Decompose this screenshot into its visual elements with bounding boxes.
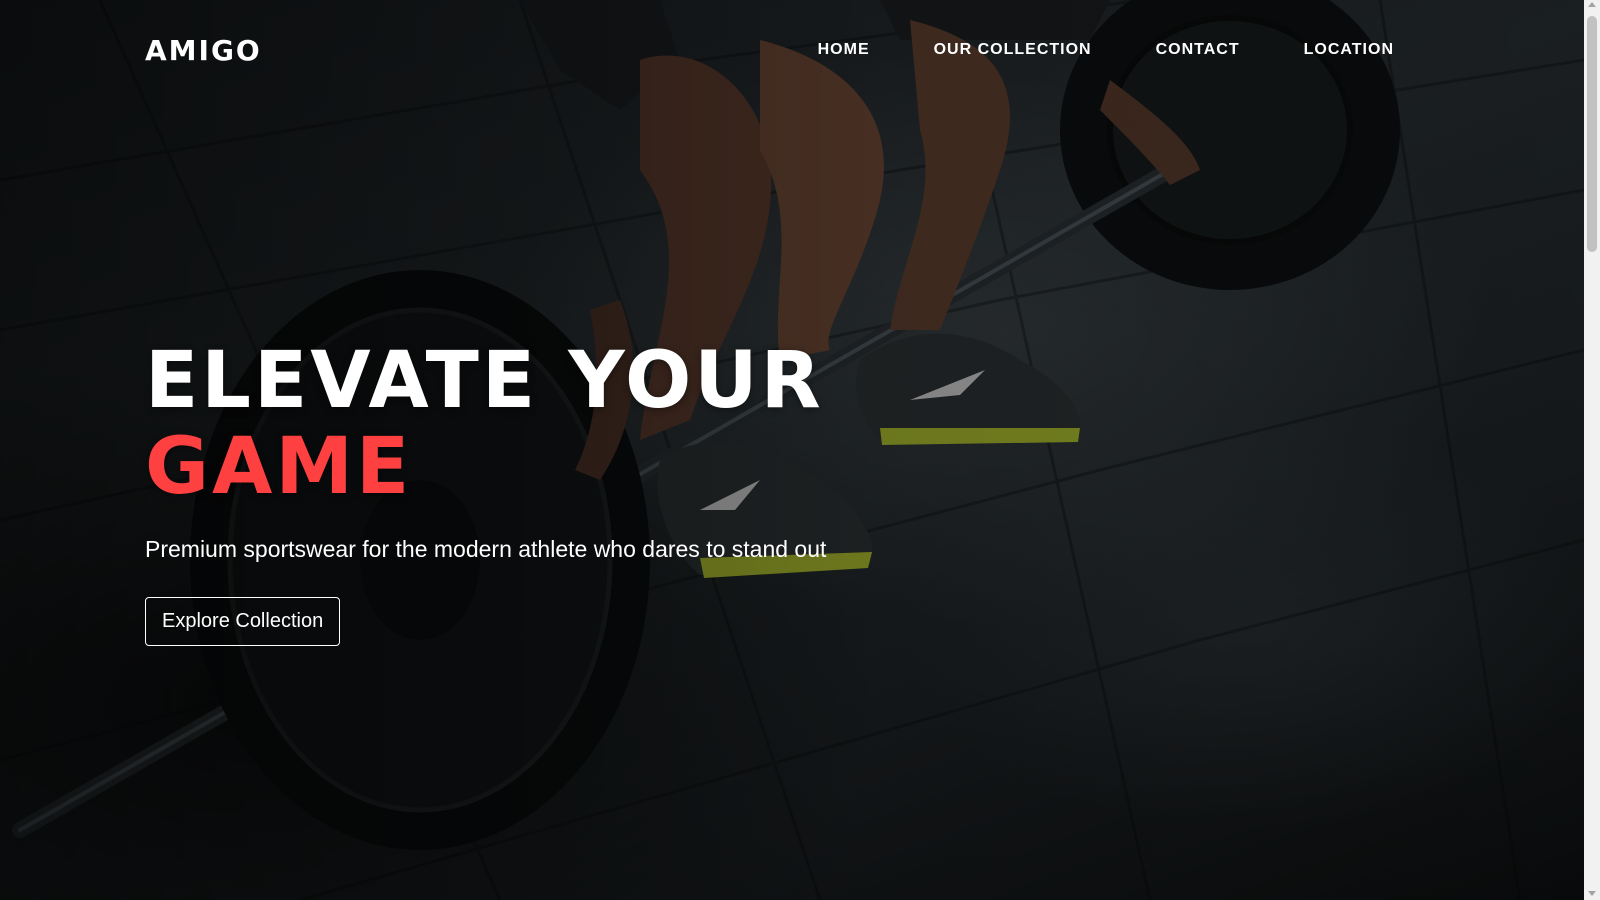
main-nav: HOME OUR COLLECTION CONTACT LOCATION: [818, 41, 1394, 59]
explore-collection-button[interactable]: Explore Collection: [145, 597, 341, 646]
nav-item-contact[interactable]: CONTACT: [1156, 41, 1240, 59]
brand-logo[interactable]: AMIGO: [145, 34, 262, 67]
scroll-down-arrow-icon[interactable]: [1588, 891, 1596, 896]
nav-item-location[interactable]: LOCATION: [1304, 41, 1394, 59]
hero-subtitle: Premium sportswear for the modern athlet…: [145, 536, 827, 562]
site-header: AMIGO HOME OUR COLLECTION CONTACT LOCATI…: [0, 0, 1584, 100]
vertical-scrollbar[interactable]: [1584, 0, 1600, 900]
scroll-up-arrow-icon[interactable]: [1588, 2, 1596, 7]
nav-item-our-collection[interactable]: OUR COLLECTION: [934, 41, 1092, 59]
nav-item-home[interactable]: HOME: [818, 41, 870, 59]
scrollbar-thumb[interactable]: [1587, 16, 1597, 252]
hero-headline: ELEVATE YOUR GAME: [145, 338, 826, 510]
page-viewport: AMIGO HOME OUR COLLECTION CONTACT LOCATI…: [0, 0, 1584, 900]
hero-headline-line1: ELEVATE YOUR: [145, 336, 824, 426]
hero-headline-accent: GAME: [145, 422, 413, 512]
hero-section: ELEVATE YOUR GAME Premium sportswear for…: [145, 338, 826, 646]
